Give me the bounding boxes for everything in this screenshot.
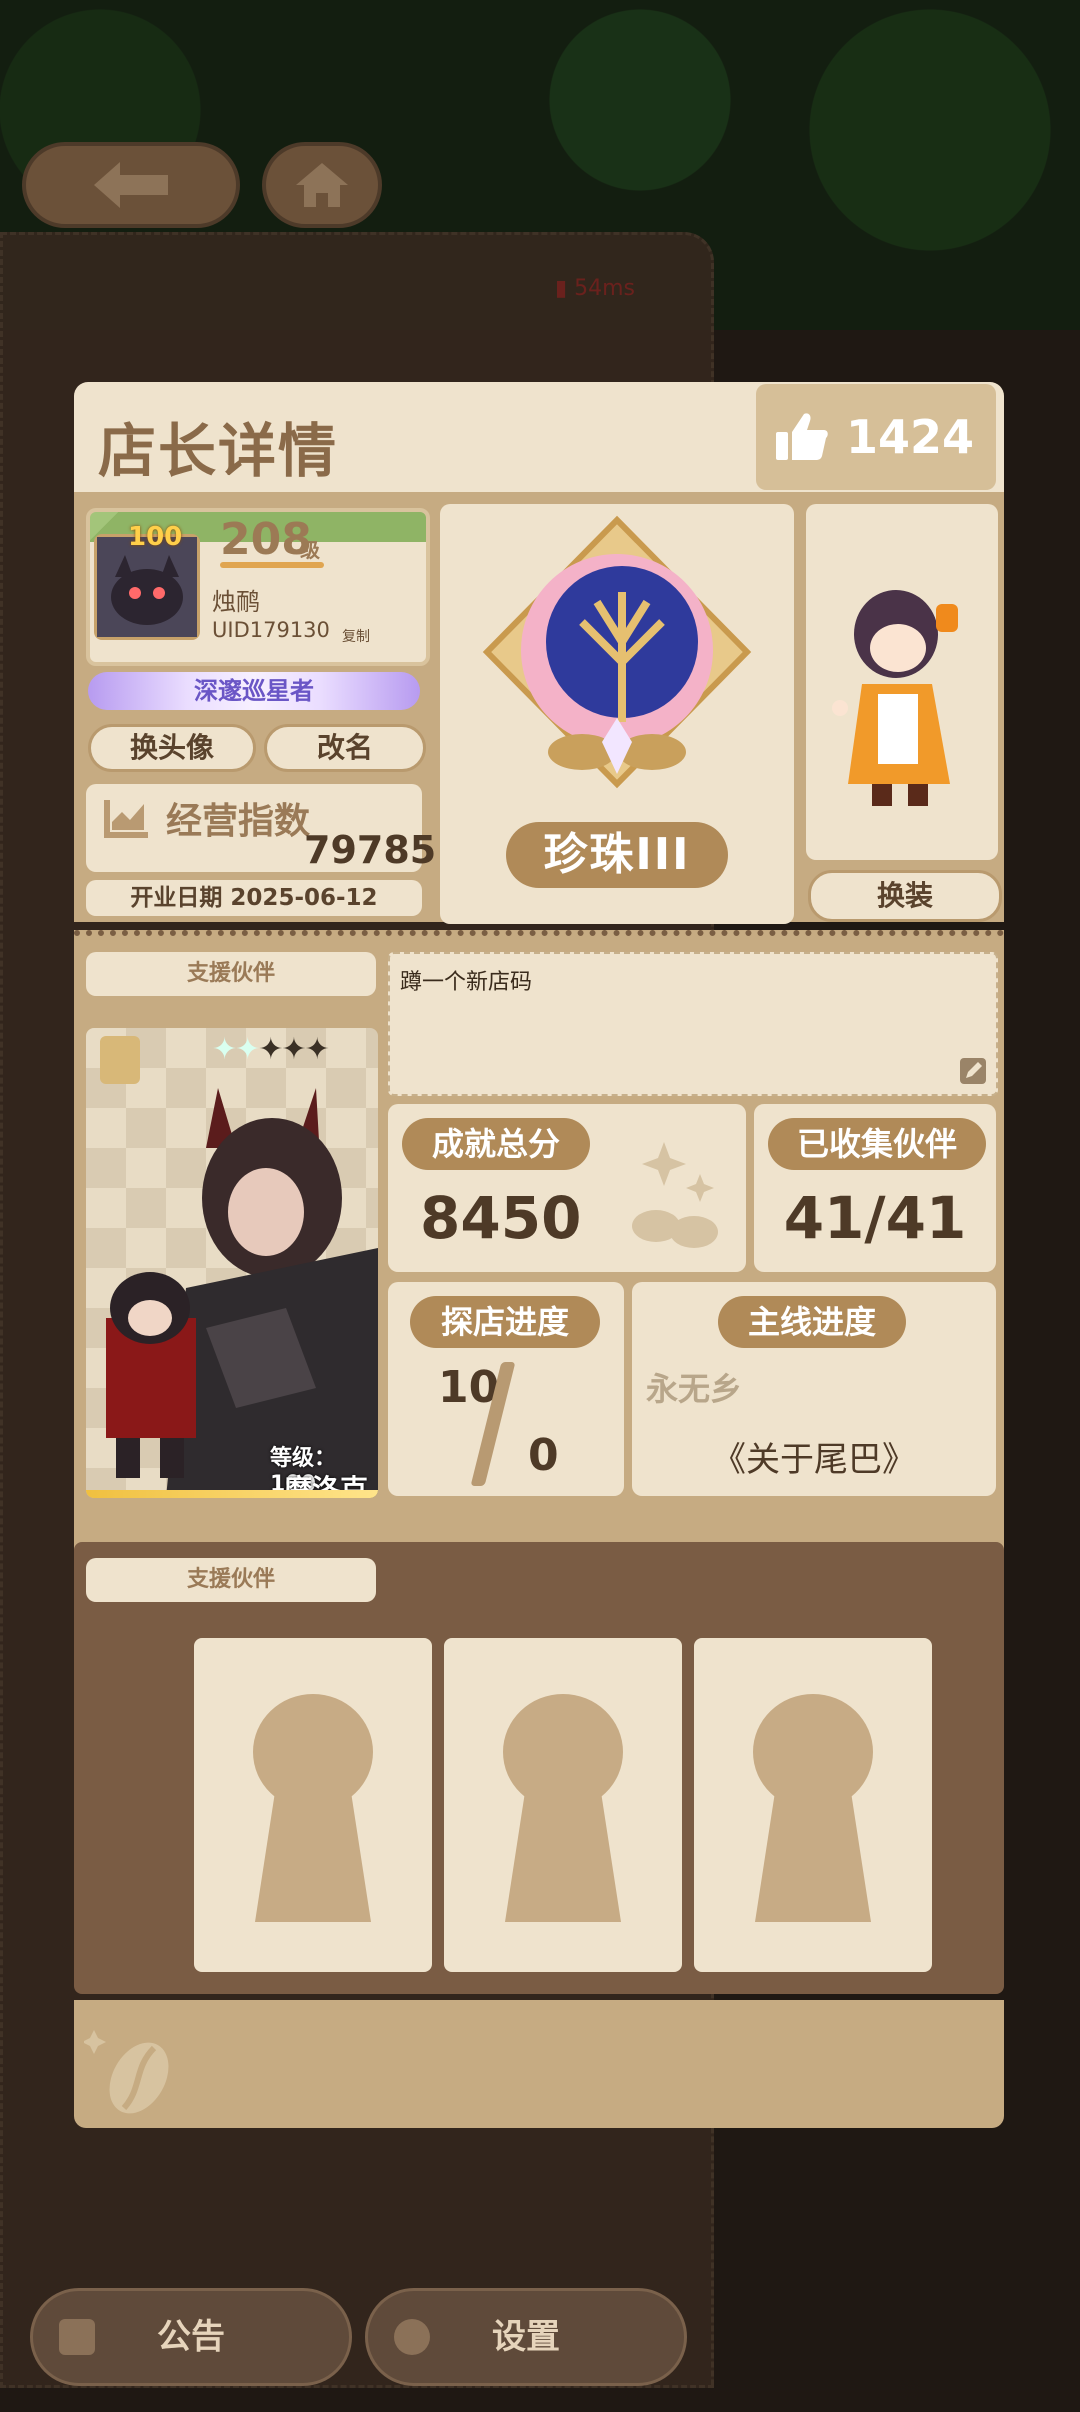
explore-progress-card[interactable]: 探店进度 10 0 xyxy=(388,1282,624,1496)
shop-owner-details-modal: 店长详情 1424 100 208 级 烛鸸 UID179130 复制 深邃巡星… xyxy=(74,382,1004,2128)
empty-silhouette-icon xyxy=(753,1694,873,1922)
copy-label: 复制 xyxy=(342,629,370,645)
rank-label: 珍珠III xyxy=(506,822,728,888)
empty-silhouette-icon xyxy=(503,1694,623,1922)
player-level-unit: 级 xyxy=(300,538,320,562)
collected-partners-label: 已收集伙伴 xyxy=(768,1118,986,1170)
collected-partners-card[interactable]: 已收集伙伴 41/41 xyxy=(754,1104,996,1272)
partner-rarity-bar xyxy=(86,1490,378,1498)
home-icon xyxy=(296,163,348,207)
character-card xyxy=(806,504,998,860)
change-avatar-button[interactable]: 换头像 xyxy=(88,724,256,772)
story-progress-label: 主线进度 xyxy=(718,1296,906,1348)
explore-progress-label: 探店进度 xyxy=(410,1296,600,1348)
support-slot-empty[interactable] xyxy=(194,1638,432,1972)
story-progress-card[interactable]: 主线进度 永无乡 《关于尾巴》 xyxy=(632,1282,996,1496)
chart-icon xyxy=(104,800,148,838)
achievement-card[interactable]: 成就总分 8450 xyxy=(388,1104,746,1272)
coffee-strip xyxy=(74,2000,1004,2128)
like-button[interactable]: 1424 xyxy=(756,384,996,490)
avatar-level-badge: 100 xyxy=(128,522,183,552)
modal-header: 店长详情 1424 xyxy=(74,382,1004,492)
coffee-bean-icon xyxy=(84,2030,169,2114)
rename-button[interactable]: 改名 xyxy=(264,724,426,772)
title-badge[interactable]: 深邃巡星者 xyxy=(88,672,420,710)
copy-uid-button[interactable]: 复制 xyxy=(342,626,370,646)
partner-star: ✦ xyxy=(258,1032,283,1067)
business-index-card: 经营指数 79785 xyxy=(86,784,436,872)
business-index-value: 79785 xyxy=(304,828,437,872)
back-button[interactable] xyxy=(22,142,240,228)
shop-motto-box[interactable]: 蹲一个新店码 xyxy=(388,952,998,1096)
partner-star: ✦ xyxy=(212,1032,237,1067)
support-partner-slots-label: 支援伙伴 xyxy=(86,1558,376,1602)
open-date: 开业日期 2025-06-12 xyxy=(86,880,422,916)
player-name: 烛鸸 xyxy=(212,588,260,616)
shop-motto-text: 蹲一个新店码 xyxy=(400,970,533,995)
coffee-beans-icon xyxy=(632,1142,718,1248)
story-chapter: 《关于尾巴》 xyxy=(712,1440,916,1480)
modal-title: 店长详情 xyxy=(98,417,339,485)
support-partner-card[interactable]: ✦✦✦✦✦ 等级：100 摩洛克 xyxy=(86,1028,378,1498)
settings-button[interactable]: 设置 xyxy=(365,2288,687,2386)
settings-label: 设置 xyxy=(492,2317,560,2357)
achievement-value: 8450 xyxy=(420,1184,582,1252)
notice-label: 公告 xyxy=(157,2317,225,2357)
like-count: 1424 xyxy=(846,410,975,464)
achievement-label: 成就总分 xyxy=(402,1118,590,1170)
partner-stars: ✦✦✦✦✦ xyxy=(212,1032,330,1067)
player-level: 208 xyxy=(220,514,312,565)
edit-icon[interactable] xyxy=(958,1056,988,1086)
support-partner-label: 支援伙伴 xyxy=(86,952,376,996)
support-slot-empty[interactable] xyxy=(694,1638,932,1972)
thumbs-up-icon xyxy=(776,413,828,460)
rank-card: 珍珠III xyxy=(440,504,794,924)
gear-icon xyxy=(394,2319,430,2355)
partner-star: ✦ xyxy=(281,1032,306,1067)
partner-star: ✦ xyxy=(235,1032,260,1067)
explore-progress-other: 0 xyxy=(528,1430,559,1481)
element-icon xyxy=(100,1036,140,1084)
level-underline xyxy=(220,562,324,568)
avatar-creature-icon xyxy=(97,537,197,637)
support-slot-empty[interactable] xyxy=(444,1638,682,1972)
story-region: 永无乡 xyxy=(646,1370,743,1408)
home-button[interactable] xyxy=(262,142,382,228)
change-outfit-button[interactable]: 换装 xyxy=(808,870,1002,922)
notice-button[interactable]: 公告 xyxy=(30,2288,352,2386)
partner-star: ✦ xyxy=(304,1032,330,1067)
back-arrow-icon xyxy=(94,162,168,208)
player-uid: UID179130 xyxy=(212,618,330,642)
empty-silhouette-icon xyxy=(253,1694,373,1922)
partner-artwork xyxy=(106,1088,378,1498)
rank-emblem-icon[interactable] xyxy=(472,512,762,812)
briefcase-icon xyxy=(59,2319,95,2355)
collected-partners-value: 41/41 xyxy=(783,1184,967,1252)
business-index-label: 经营指数 xyxy=(166,801,311,842)
character-sprite xyxy=(832,590,958,806)
